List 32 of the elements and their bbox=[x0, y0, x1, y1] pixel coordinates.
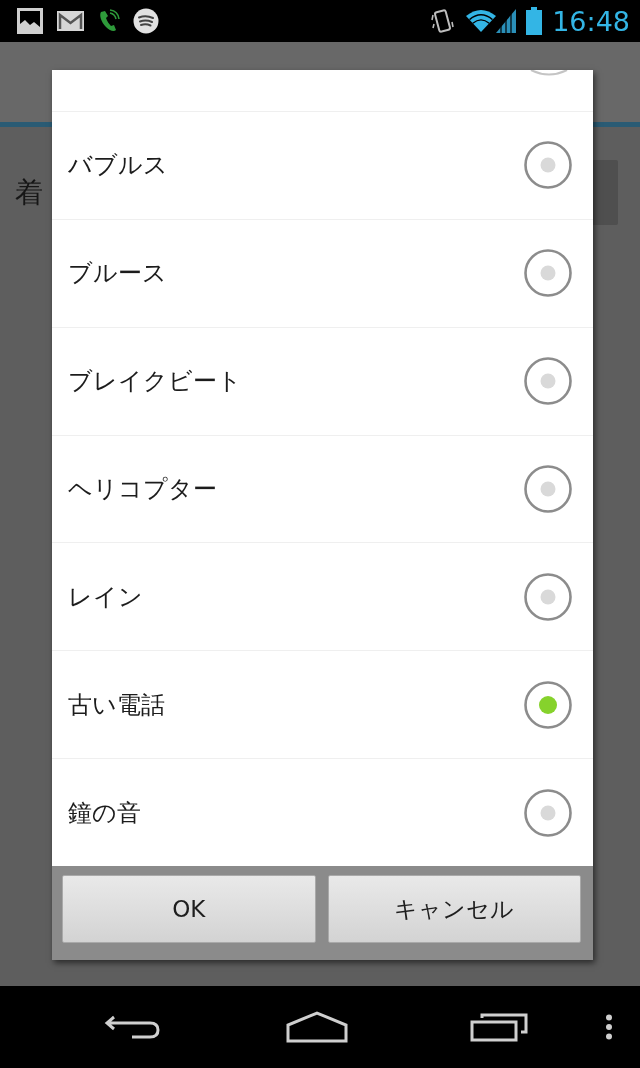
dialog-button[interactable]: OK bbox=[62, 875, 316, 943]
radio-button[interactable] bbox=[523, 787, 573, 838]
menu-icon bbox=[605, 1014, 613, 1040]
option-label: 古い電話 bbox=[68, 689, 165, 721]
home-icon bbox=[286, 1011, 348, 1043]
radio-button[interactable] bbox=[523, 356, 573, 407]
setting-label: 着 bbox=[15, 174, 43, 211]
mail-icon bbox=[56, 10, 85, 32]
option-label: レイン bbox=[68, 581, 143, 613]
radio-button[interactable] bbox=[523, 248, 573, 299]
wifi-icon bbox=[466, 9, 497, 33]
option-label: ブルース bbox=[68, 258, 167, 290]
signal-icon bbox=[496, 9, 517, 33]
option-label: ヘリコプター bbox=[68, 474, 217, 505]
option-label: ブレイクビート bbox=[68, 366, 242, 398]
radio-button[interactable] bbox=[523, 571, 573, 622]
radio-button[interactable] bbox=[523, 464, 573, 514]
dialog-button[interactable]: キャンセル bbox=[327, 875, 581, 943]
battery-icon bbox=[526, 7, 543, 35]
setting-control-background bbox=[592, 160, 618, 225]
option-label: 鐘の音 bbox=[68, 797, 141, 829]
phone-icon bbox=[98, 9, 120, 33]
radio-button[interactable] bbox=[523, 140, 573, 191]
back-icon bbox=[104, 1013, 162, 1041]
status-time: 16:48 bbox=[552, 7, 630, 35]
option-label: バブルス bbox=[68, 150, 168, 182]
round-logo-icon bbox=[133, 8, 159, 34]
radio-edge-icon bbox=[529, 70, 569, 76]
image-icon bbox=[17, 8, 43, 34]
recent-apps-icon bbox=[470, 1012, 528, 1042]
vibrating-phone-icon bbox=[431, 7, 455, 35]
radio-button[interactable] bbox=[523, 679, 573, 730]
